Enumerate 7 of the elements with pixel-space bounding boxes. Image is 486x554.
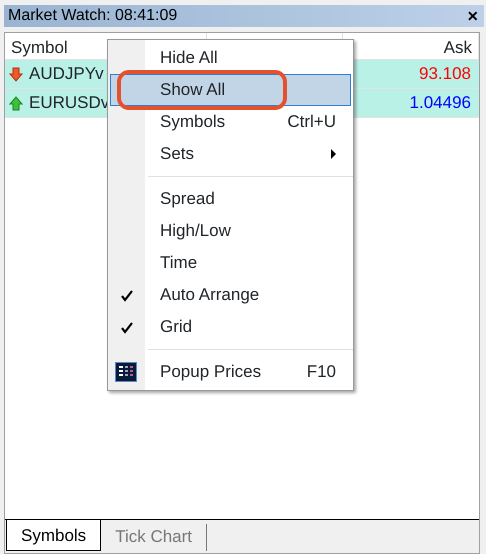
window-title: Market Watch: 08:41:09 [8,6,178,26]
shortcut-text: Ctrl+U [287,111,336,134]
ask-price: 1.04496 [408,92,472,114]
shortcut-text: F10 [306,361,336,384]
symbol-name: EURUSDv [29,92,110,114]
ask-price: 93.108 [418,63,472,86]
symbol-name: AUDJPYv [29,63,104,86]
